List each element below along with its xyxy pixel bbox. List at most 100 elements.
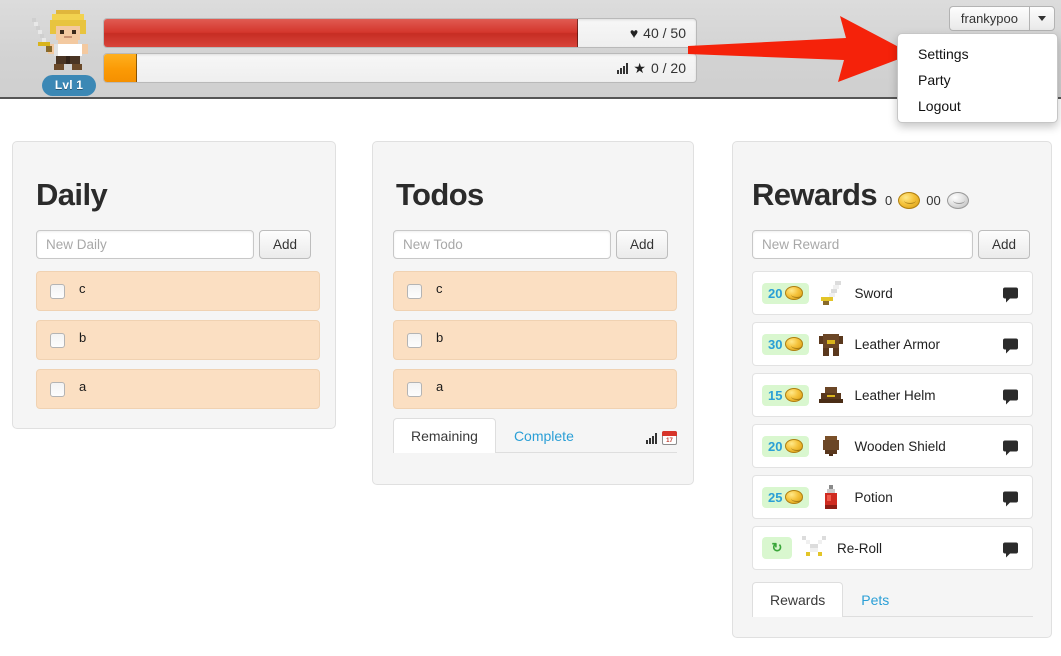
tab-complete[interactable]: Complete: [496, 418, 592, 453]
gold-coin-icon: [785, 439, 804, 453]
list-item[interactable]: 15 Leather Helm: [752, 373, 1033, 417]
avatar-sprite-svg: [32, 10, 88, 70]
rewards-header: Rewards 0 00: [752, 177, 1051, 213]
rewards-title: Rewards: [752, 177, 878, 212]
comment-icon[interactable]: [1003, 338, 1018, 354]
price-badge: 20: [762, 435, 810, 457]
price-value: 20: [768, 438, 783, 454]
crossed-swords-icon: [800, 534, 828, 562]
calendar-icon[interactable]: 17: [662, 431, 677, 445]
rewards-tabs: Rewards Pets: [752, 582, 1033, 617]
task-checkbox[interactable]: [407, 381, 422, 397]
username-label[interactable]: frankypoo: [948, 6, 1029, 31]
task-checkbox[interactable]: [50, 381, 65, 397]
gold-amount: 0: [885, 193, 893, 208]
warrior-avatar: [28, 4, 110, 72]
add-todo-button[interactable]: Add: [616, 230, 669, 259]
todos-add-row: Add: [393, 230, 693, 259]
price-value: 25: [768, 489, 783, 505]
list-item[interactable]: 25 Potion: [752, 475, 1033, 519]
comment-icon[interactable]: [1003, 389, 1018, 405]
list-item[interactable]: a: [393, 369, 677, 409]
gold-coin-icon: [785, 490, 804, 504]
experience-bar-fill: [104, 54, 137, 82]
experience-label: ★ 0 / 20: [617, 54, 686, 82]
silver-coin-icon: [946, 192, 969, 209]
price-badge: 15: [762, 384, 810, 406]
experience-bar: ★ 0 / 20: [103, 53, 697, 83]
reward-label: Leather Helm: [854, 387, 936, 403]
list-item[interactable]: b: [393, 320, 677, 360]
task-label: b: [436, 330, 444, 345]
add-daily-button[interactable]: Add: [259, 230, 312, 259]
reward-label: Sword: [854, 285, 893, 301]
reroll-badge: ↻: [762, 537, 792, 559]
todos-panel: Todos Add c b a Remaining Complete 17: [372, 141, 694, 485]
tab-remaining[interactable]: Remaining: [393, 418, 496, 453]
reward-label: Wooden Shield: [854, 438, 946, 454]
rewards-list: 20 Sword 30 Leather Armor 15 Leather Hel…: [752, 271, 1051, 570]
task-checkbox[interactable]: [407, 332, 422, 348]
price-value: 15: [768, 387, 783, 403]
price-value: 20: [768, 285, 783, 301]
avatar-block[interactable]: Lvl 1: [28, 4, 110, 96]
heart-icon: ♥: [629, 25, 639, 41]
price-badge: 25: [762, 486, 810, 508]
user-menu-button[interactable]: frankypoo: [948, 6, 1055, 31]
experience-value: 0 / 20: [650, 60, 686, 76]
task-checkbox[interactable]: [50, 283, 65, 299]
shield-icon: [817, 432, 845, 460]
bar-chart-icon[interactable]: [646, 432, 657, 444]
menu-item-settings[interactable]: Settings: [898, 41, 1057, 67]
comment-icon[interactable]: [1003, 542, 1018, 558]
gold-coin-icon: [785, 388, 804, 402]
list-item[interactable]: 30 Leather Armor: [752, 322, 1033, 366]
todos-tab-icons: 17: [646, 431, 677, 452]
daily-panel: Daily Add c b a: [12, 141, 336, 429]
health-label: ♥ 40 / 50: [630, 19, 686, 47]
todos-title: Todos: [396, 177, 484, 212]
helm-icon: [817, 381, 845, 409]
star-icon: ★: [633, 60, 646, 76]
tab-pets[interactable]: Pets: [843, 582, 907, 617]
reward-label: Re-Roll: [837, 540, 883, 556]
price-value: 30: [768, 336, 783, 352]
comment-icon[interactable]: [1003, 440, 1018, 456]
chevron-down-icon[interactable]: [1029, 6, 1055, 31]
reward-label: Leather Armor: [854, 336, 941, 352]
list-item[interactable]: a: [36, 369, 320, 409]
price-badge: 30: [762, 333, 810, 355]
health-value: 40 / 50: [643, 25, 686, 41]
list-item[interactable]: c: [36, 271, 320, 311]
arrow-icon: [688, 16, 912, 82]
health-bar: ♥ 40 / 50: [103, 18, 697, 48]
list-item[interactable]: c: [393, 271, 677, 311]
new-todo-input[interactable]: [393, 230, 611, 259]
user-dropdown-menu[interactable]: Settings Party Logout: [897, 33, 1058, 123]
list-item[interactable]: ↻ Re-Roll: [752, 526, 1033, 570]
task-checkbox[interactable]: [407, 283, 422, 299]
new-reward-input[interactable]: [752, 230, 973, 259]
daily-add-row: Add: [36, 230, 335, 259]
comment-icon[interactable]: [1003, 287, 1018, 303]
list-item[interactable]: 20 Wooden Shield: [752, 424, 1033, 468]
daily-task-list: c b a: [36, 271, 335, 409]
list-item[interactable]: b: [36, 320, 320, 360]
sword-icon: [817, 279, 845, 307]
armor-icon: [817, 330, 845, 358]
gold-coin-icon: [785, 337, 804, 351]
new-daily-input[interactable]: [36, 230, 254, 259]
annotation-arrow: [688, 14, 913, 91]
price-badge: 20: [762, 282, 810, 304]
list-item[interactable]: 20 Sword: [752, 271, 1033, 315]
task-checkbox[interactable]: [50, 332, 65, 348]
comment-icon[interactable]: [1003, 491, 1018, 507]
menu-item-logout[interactable]: Logout: [898, 93, 1057, 119]
task-label: b: [79, 330, 87, 345]
add-reward-button[interactable]: Add: [978, 230, 1031, 259]
task-label: c: [436, 281, 443, 296]
bar-chart-icon: [617, 62, 629, 74]
tab-rewards[interactable]: Rewards: [752, 582, 844, 617]
silver-amount: 00: [926, 193, 941, 208]
menu-item-party[interactable]: Party: [898, 67, 1057, 93]
